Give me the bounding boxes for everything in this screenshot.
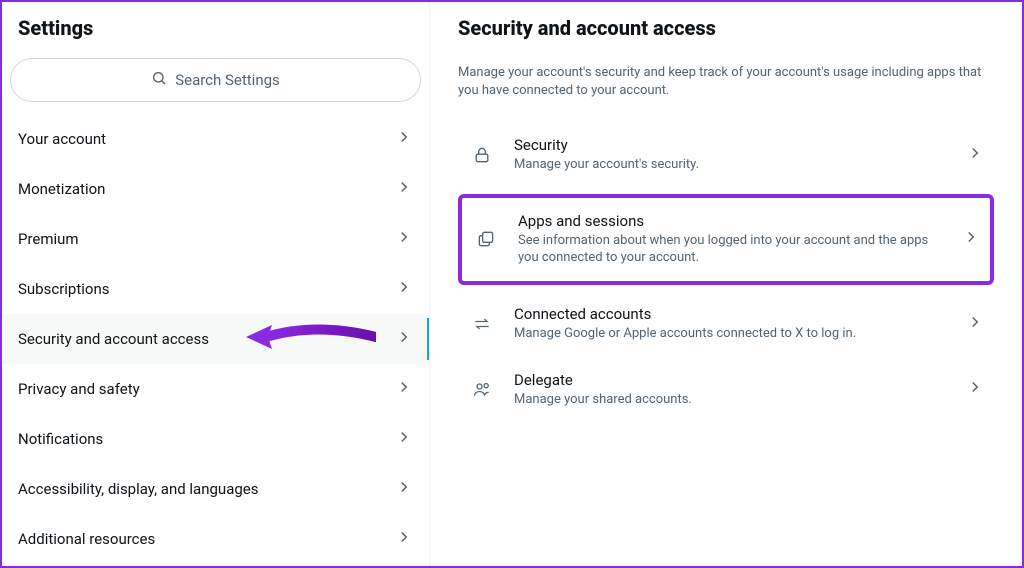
row-title: Delegate [514,371,948,389]
sidebar-item-privacy[interactable]: Privacy and safety [2,364,429,414]
row-text: Delegate Manage your shared accounts. [514,371,948,409]
sidebar-item-label: Premium [18,230,79,248]
sidebar: Settings Search Settings Your account Mo… [2,2,430,566]
page-title: Security and account access [458,16,994,64]
sidebar-item-accessibility[interactable]: Accessibility, display, and languages [2,464,429,514]
chevron-right-icon [966,313,984,335]
row-connected-accounts[interactable]: Connected accounts Manage Google or Appl… [458,291,994,357]
swap-icon [468,314,496,334]
settings-window: Settings Search Settings Your account Mo… [0,0,1024,568]
people-icon [468,379,496,399]
sidebar-item-label: Subscriptions [18,280,109,298]
sidebar-item-label: Privacy and safety [18,380,140,398]
row-desc: Manage your account's security. [514,156,948,174]
sidebar-nav: Your account Monetization Premium Subscr… [2,114,429,566]
chevron-right-icon [395,428,413,450]
chevron-right-icon [395,328,413,350]
chevron-right-icon [962,228,980,250]
lock-icon [468,145,496,165]
annotation-arrow-icon [246,317,376,361]
sidebar-item-premium[interactable]: Premium [2,214,429,264]
row-title: Apps and sessions [518,212,944,230]
sidebar-item-label: Monetization [18,180,105,198]
search-placeholder: Search Settings [175,71,280,89]
chevron-right-icon [395,528,413,550]
chevron-right-icon [395,178,413,200]
sidebar-item-notifications[interactable]: Notifications [2,414,429,464]
chevron-right-icon [966,378,984,400]
apps-icon [472,229,500,249]
sidebar-item-label: Security and account access [18,330,209,348]
sidebar-item-label: Notifications [18,430,103,448]
row-title: Security [514,136,948,154]
row-desc: Manage your shared accounts. [514,391,948,409]
sidebar-item-monetization[interactable]: Monetization [2,164,429,214]
chevron-right-icon [395,278,413,300]
row-desc: Manage Google or Apple accounts connecte… [514,325,948,343]
search-icon [151,70,167,90]
chevron-right-icon [395,378,413,400]
sidebar-item-additional[interactable]: Additional resources [2,514,429,564]
settings-list: Security Manage your account's security.… [458,122,994,422]
sidebar-item-subscriptions[interactable]: Subscriptions [2,264,429,314]
row-security[interactable]: Security Manage your account's security. [458,122,994,188]
row-apps-sessions[interactable]: Apps and sessions See information about … [458,194,994,285]
chevron-right-icon [966,144,984,166]
sidebar-item-label: Accessibility, display, and languages [18,480,258,498]
row-desc: See information about when you logged in… [518,232,944,267]
chevron-right-icon [395,228,413,250]
sidebar-item-security[interactable]: Security and account access [2,314,429,364]
main-panel: Security and account access Manage your … [430,2,1022,566]
chevron-right-icon [395,478,413,500]
sidebar-title: Settings [2,2,429,58]
row-text: Connected accounts Manage Google or Appl… [514,305,948,343]
search-input[interactable]: Search Settings [10,58,421,102]
row-text: Apps and sessions See information about … [518,212,944,267]
row-delegate[interactable]: Delegate Manage your shared accounts. [458,357,994,423]
chevron-right-icon [395,128,413,150]
sidebar-item-label: Your account [18,130,106,148]
sidebar-item-your-account[interactable]: Your account [2,114,429,164]
row-title: Connected accounts [514,305,948,323]
search-wrap: Search Settings [2,58,429,114]
sidebar-item-label: Additional resources [18,530,155,548]
row-text: Security Manage your account's security. [514,136,948,174]
page-description: Manage your account's security and keep … [458,64,994,122]
